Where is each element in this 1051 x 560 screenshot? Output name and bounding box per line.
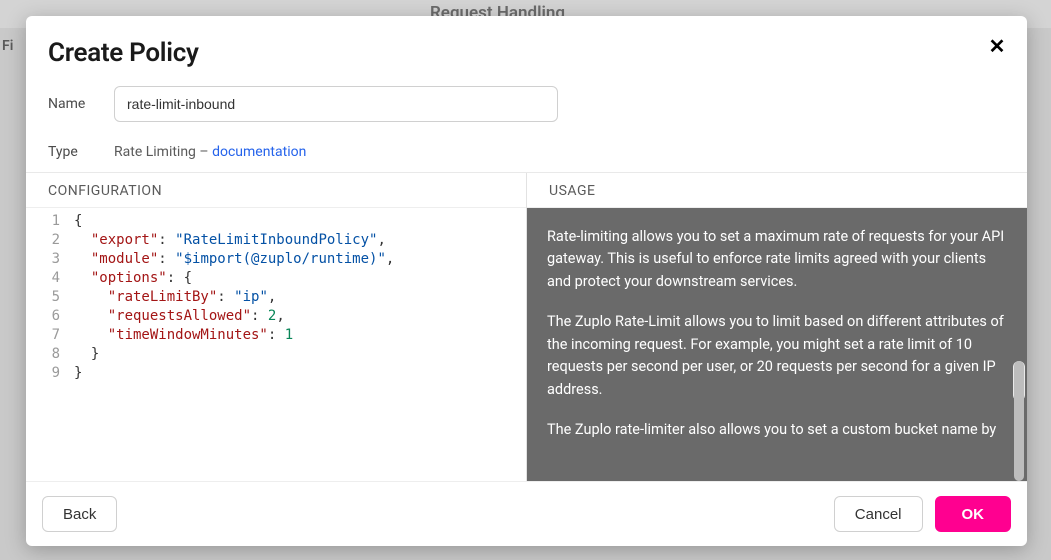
code-content[interactable]: } (74, 364, 82, 383)
modal-footer: Back Cancel OK (26, 481, 1027, 546)
documentation-link[interactable]: documentation (212, 144, 306, 160)
line-number: 4 (26, 269, 74, 288)
line-number: 3 (26, 250, 74, 269)
configuration-panel: CONFIGURATION 1{2 "export": "RateLimitIn… (26, 173, 527, 481)
code-line[interactable]: 4 "options": { (26, 269, 526, 288)
code-line[interactable]: 9} (26, 364, 526, 383)
back-button[interactable]: Back (42, 496, 117, 532)
line-number: 6 (26, 307, 74, 326)
code-content[interactable]: } (74, 345, 99, 364)
create-policy-modal: ✕ Create Policy Name Type Rate Limiting … (26, 16, 1027, 546)
usage-text: Rate-limiting allows you to set a maximu… (527, 208, 1027, 481)
line-number: 1 (26, 212, 74, 231)
code-content[interactable]: "rateLimitBy": "ip", (74, 288, 276, 307)
line-number: 5 (26, 288, 74, 307)
policy-name-input[interactable] (114, 86, 558, 122)
code-line[interactable]: 1{ (26, 212, 526, 231)
usage-scrollbar[interactable] (1013, 361, 1025, 401)
usage-paragraph: The Zuplo rate-limiter also allows you t… (547, 419, 1007, 441)
line-number: 9 (26, 364, 74, 383)
line-number: 8 (26, 345, 74, 364)
close-icon[interactable]: ✕ (985, 34, 1009, 58)
line-number: 2 (26, 231, 74, 250)
type-separator: – (196, 144, 212, 160)
code-content[interactable]: "export": "RateLimitInboundPolicy", (74, 231, 386, 250)
modal-title: Create Policy (48, 38, 1005, 68)
code-content[interactable]: "options": { (74, 269, 192, 288)
usage-paragraph: Rate-limiting allows you to set a maximu… (547, 226, 1007, 293)
usage-paragraph: The Zuplo Rate-Limit allows you to limit… (547, 311, 1007, 401)
configuration-header: CONFIGURATION (26, 173, 526, 208)
name-row: Name (26, 68, 1027, 122)
usage-panel: USAGE Rate-limiting allows you to set a … (527, 173, 1027, 481)
name-label: Name (48, 96, 92, 112)
code-line[interactable]: 6 "requestsAllowed": 2, (26, 307, 526, 326)
type-row: Type Rate Limiting – documentation (26, 122, 1027, 172)
usage-header: USAGE (527, 173, 1027, 208)
code-content[interactable]: "requestsAllowed": 2, (74, 307, 285, 326)
json-editor[interactable]: 1{2 "export": "RateLimitInboundPolicy",3… (26, 208, 526, 481)
usage-scroll-thumb[interactable] (1014, 361, 1024, 481)
code-content[interactable]: "module": "$import(@zuplo/runtime)", (74, 250, 394, 269)
type-value: Rate Limiting (114, 144, 196, 160)
code-line[interactable]: 8 } (26, 345, 526, 364)
code-line[interactable]: 2 "export": "RateLimitInboundPolicy", (26, 231, 526, 250)
code-line[interactable]: 7 "timeWindowMinutes": 1 (26, 326, 526, 345)
line-number: 7 (26, 326, 74, 345)
code-line[interactable]: 3 "module": "$import(@zuplo/runtime)", (26, 250, 526, 269)
cancel-button[interactable]: Cancel (834, 496, 923, 532)
code-line[interactable]: 5 "rateLimitBy": "ip", (26, 288, 526, 307)
ok-button[interactable]: OK (935, 496, 1012, 532)
type-label: Type (48, 144, 92, 160)
sidebar-fragment: Fi (0, 30, 20, 54)
code-content[interactable]: { (74, 212, 82, 231)
code-content[interactable]: "timeWindowMinutes": 1 (74, 326, 293, 345)
